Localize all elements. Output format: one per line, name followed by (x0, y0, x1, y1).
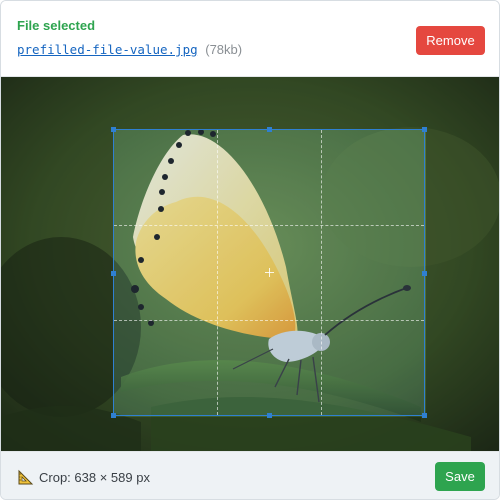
remove-button[interactable]: Remove (416, 26, 485, 55)
crop-grid-line (217, 130, 218, 415)
crop-handle-bottom[interactable] (267, 413, 272, 418)
file-info: prefilled-file-value.jpg (78kb) (17, 42, 242, 57)
file-name-link[interactable]: prefilled-file-value.jpg (17, 42, 198, 57)
file-size: (78kb) (205, 42, 243, 57)
crop-footer: Crop: 638 × 589 px Save (1, 451, 499, 499)
save-button[interactable]: Save (435, 462, 485, 491)
crop-grid-line (114, 225, 424, 226)
image-crop-stage[interactable] (1, 77, 499, 451)
crop-dimensions: Crop: 638 × 589 px (39, 470, 150, 485)
crop-grid-line (114, 320, 424, 321)
file-status: File selected (17, 18, 96, 33)
crop-handle-left[interactable] (111, 271, 116, 276)
set-square-ruler-icon (18, 469, 34, 485)
crop-handle-top-left[interactable] (111, 127, 116, 132)
crop-handle-bottom-right[interactable] (422, 413, 427, 418)
crop-handle-bottom-left[interactable] (111, 413, 116, 418)
crop-selection-box[interactable] (111, 127, 427, 418)
crop-handle-top[interactable] (267, 127, 272, 132)
file-upload-cropper: File selected prefilled-file-value.jpg (… (0, 0, 500, 500)
crop-handle-top-right[interactable] (422, 127, 427, 132)
crop-grid-line (321, 130, 322, 415)
file-header: File selected prefilled-file-value.jpg (… (1, 1, 499, 77)
crop-handle-right[interactable] (422, 271, 427, 276)
crop-center-crosshair-icon (265, 268, 274, 277)
crop-info: Crop: 638 × 589 px (17, 469, 150, 486)
